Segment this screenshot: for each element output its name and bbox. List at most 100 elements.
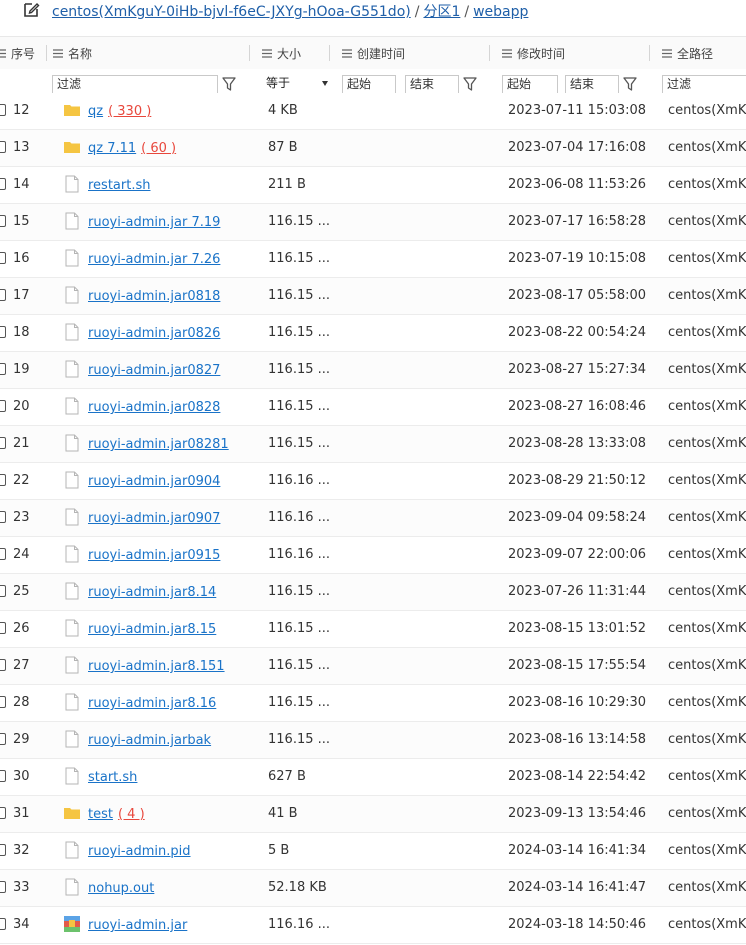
row-checkbox[interactable] (0, 844, 6, 856)
file-name-link[interactable]: ruoyi-admin.jar08281 (88, 437, 229, 452)
size-operator-select[interactable]: 等于 (262, 75, 330, 94)
item-count[interactable]: ( 330 ) (108, 104, 151, 119)
file-name-link[interactable]: ruoyi-admin.jarbak (88, 733, 211, 748)
created-start-input[interactable]: 起始 (342, 75, 396, 94)
table-row[interactable]: 32 ruoyi-admin.pid 5 B 2024-03-14 16:41:34 c… (0, 833, 746, 870)
breadcrumb-root[interactable]: centos(XmKguY-0iHb-bjvl-f6eC-JXYg-hOoa-G… (52, 4, 411, 20)
row-checkbox[interactable] (0, 289, 6, 301)
row-checkbox[interactable] (0, 400, 6, 412)
row-checkbox[interactable] (0, 585, 6, 597)
file-name-link[interactable]: ruoyi-admin.jar0915 (88, 548, 220, 563)
table-row[interactable]: 18 ruoyi-admin.jar0826 116.15 ... 2023-08-2… (0, 315, 746, 352)
filter-funnel-icon[interactable] (623, 76, 637, 92)
file-name-link[interactable]: ruoyi-admin.jar8.15 (88, 622, 216, 637)
table-row[interactable]: 22 ruoyi-admin.jar0904 116.16 ... 2023-08-2… (0, 463, 746, 500)
name-filter-input[interactable]: 过滤 (52, 75, 218, 94)
file-name-link[interactable]: test (88, 807, 113, 822)
row-checkbox[interactable] (0, 881, 6, 893)
row-checkbox[interactable] (0, 215, 6, 227)
table-row[interactable]: 33 nohup.out 52.18 KB 2024-03-14 16:41:47 ce… (0, 870, 746, 907)
row-checkbox[interactable] (0, 770, 6, 782)
table-row[interactable]: 30 start.sh 627 B 2023-08-14 22:54:42 centos… (0, 759, 746, 796)
column-divider[interactable] (46, 45, 47, 61)
column-header-name[interactable]: 名称 (53, 37, 243, 69)
row-checkbox[interactable] (0, 918, 6, 930)
table-row[interactable]: 14 restart.sh 211 B 2023-06-08 11:53:26 cent… (0, 167, 746, 204)
modified-end-input[interactable]: 结束 (565, 75, 619, 94)
table-row[interactable]: 21 ruoyi-admin.jar08281 116.15 ... 2023-08-… (0, 426, 746, 463)
file-name-link[interactable]: qz 7.11 (88, 141, 136, 156)
fullpath-filter-input[interactable]: 过滤 (662, 75, 746, 94)
table-row[interactable]: 26 ruoyi-admin.jar8.15 116.15 ... 2023-08-1… (0, 611, 746, 648)
row-checkbox[interactable] (0, 511, 6, 523)
column-divider[interactable] (329, 45, 330, 61)
file-name-link[interactable]: ruoyi-admin.pid (88, 844, 191, 859)
file-name-link[interactable]: ruoyi-admin.jar (88, 918, 187, 933)
row-checkbox[interactable] (0, 326, 6, 338)
table-row[interactable]: 16 ruoyi-admin.jar 7.26 116.15 ... 2023-07-… (0, 241, 746, 278)
row-checkbox[interactable] (0, 252, 6, 264)
item-count[interactable]: ( 60 ) (141, 141, 176, 156)
row-checkbox[interactable] (0, 474, 6, 486)
column-header-size[interactable]: 大小 (262, 37, 322, 69)
column-header-fullpath[interactable]: 全路径 (662, 37, 746, 69)
table-row[interactable]: 34 ruoyi-admin.jar 116.16 ... 2024-03-18 14… (0, 907, 746, 944)
table-row[interactable]: 27 ruoyi-admin.jar8.151 116.15 ... 2023-08-… (0, 648, 746, 685)
table-row[interactable]: 24 ruoyi-admin.jar0915 116.16 ... 2023-09-0… (0, 537, 746, 574)
table-row[interactable]: 19 ruoyi-admin.jar0827 116.15 ... 2023-08-2… (0, 352, 746, 389)
column-header-created[interactable]: 创建时间 (342, 37, 482, 69)
column-header-index[interactable]: 序号 (0, 37, 46, 69)
column-menu-icon[interactable] (342, 48, 352, 58)
file-name-link[interactable]: start.sh (88, 770, 137, 785)
file-name-link[interactable]: ruoyi-admin.jar8.14 (88, 585, 216, 600)
row-checkbox[interactable] (0, 807, 6, 819)
modified-start-input[interactable]: 起始 (502, 75, 558, 94)
column-menu-icon[interactable] (53, 48, 63, 58)
table-row[interactable]: 12 qz ( 330 ) 4 KB 2023-07-11 15:03:08 centos… (0, 93, 746, 130)
edit-icon[interactable] (22, 1, 40, 19)
table-row[interactable]: 23 ruoyi-admin.jar0907 116.16 ... 2023-09-0… (0, 500, 746, 537)
breadcrumb-folder[interactable]: webapp (473, 4, 528, 20)
column-menu-icon[interactable] (0, 48, 6, 58)
file-name-link[interactable]: ruoyi-admin.jar8.151 (88, 659, 225, 674)
table-row[interactable]: 15 ruoyi-admin.jar 7.19 116.15 ... 2023-07-… (0, 204, 746, 241)
row-checkbox[interactable] (0, 548, 6, 560)
table-row[interactable]: 31 test ( 4 ) 41 B 2023-09-13 13:54:46 centos… (0, 796, 746, 833)
row-checkbox[interactable] (0, 696, 6, 708)
table-row[interactable]: 25 ruoyi-admin.jar8.14 116.15 ... 2023-07-2… (0, 574, 746, 611)
file-name-link[interactable]: nohup.out (88, 881, 154, 896)
row-checkbox[interactable] (0, 178, 6, 190)
table-row[interactable]: 20 ruoyi-admin.jar0828 116.15 ... 2023-08-2… (0, 389, 746, 426)
row-checkbox[interactable] (0, 141, 6, 153)
table-row[interactable]: 29 ruoyi-admin.jarbak 116.15 ... 2023-08-16… (0, 722, 746, 759)
file-name-link[interactable]: qz (88, 104, 103, 119)
row-checkbox[interactable] (0, 104, 6, 116)
column-menu-icon[interactable] (262, 48, 272, 58)
file-name-link[interactable]: restart.sh (88, 178, 150, 193)
row-checkbox[interactable] (0, 622, 6, 634)
column-header-modified[interactable]: 修改时间 (502, 37, 642, 69)
file-name-link[interactable]: ruoyi-admin.jar0828 (88, 400, 220, 415)
breadcrumb-partition[interactable]: 分区1 (423, 4, 460, 20)
column-divider[interactable] (489, 45, 490, 61)
item-count[interactable]: ( 4 ) (118, 807, 145, 822)
filter-funnel-icon[interactable] (463, 76, 477, 92)
table-row[interactable]: 13 qz 7.11 ( 60 ) 87 B 2023-07-04 17:16:08 ce… (0, 130, 746, 167)
file-name-link[interactable]: ruoyi-admin.jar8.16 (88, 696, 216, 711)
table-row[interactable]: 17 ruoyi-admin.jar0818 116.15 ... 2023-08-1… (0, 278, 746, 315)
file-name-link[interactable]: ruoyi-admin.jar0907 (88, 511, 220, 526)
table-row[interactable]: 28 ruoyi-admin.jar8.16 116.15 ... 2023-08-1… (0, 685, 746, 722)
column-divider[interactable] (249, 45, 250, 61)
row-checkbox[interactable] (0, 659, 6, 671)
row-checkbox[interactable] (0, 437, 6, 449)
file-name-link[interactable]: ruoyi-admin.jar 7.26 (88, 252, 220, 267)
filter-funnel-icon[interactable] (222, 76, 236, 92)
file-name-link[interactable]: ruoyi-admin.jar0904 (88, 474, 220, 489)
file-name-link[interactable]: ruoyi-admin.jar0818 (88, 289, 220, 304)
file-name-link[interactable]: ruoyi-admin.jar0826 (88, 326, 220, 341)
created-end-input[interactable]: 结束 (405, 75, 459, 94)
column-divider[interactable] (649, 45, 650, 61)
column-menu-icon[interactable] (502, 48, 512, 58)
row-checkbox[interactable] (0, 363, 6, 375)
column-menu-icon[interactable] (662, 48, 672, 58)
